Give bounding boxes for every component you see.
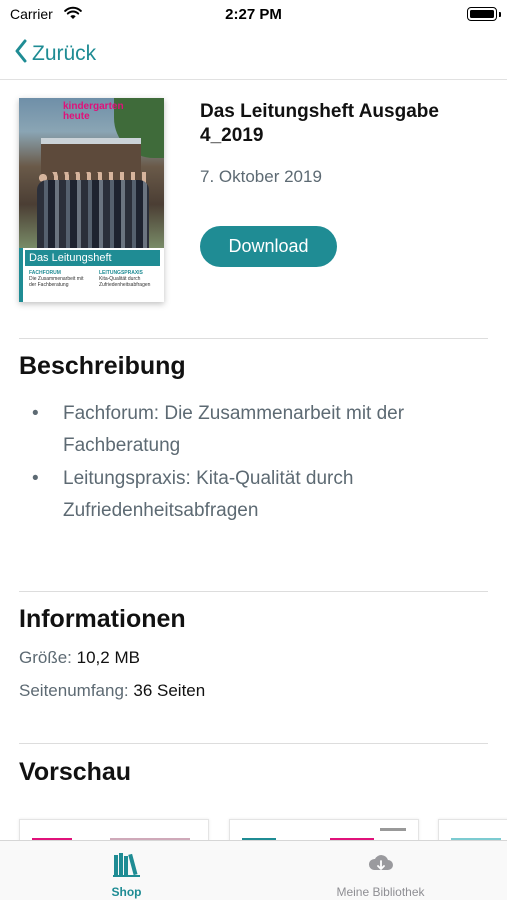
preview-heading: Vorschau [19, 758, 132, 786]
issue-title: Das Leitungsheft Ausgabe 4_2019 [200, 101, 439, 146]
divider [19, 743, 488, 744]
info-pages-value: 36 Seiten [133, 681, 206, 700]
tab-my-library[interactable]: Meine Bibliothek [254, 841, 507, 900]
issue-date: 7. Oktober 2019 [200, 167, 322, 186]
cover-columns: FACHFORUM Die Zusammenarbeit mit der Fach… [29, 270, 159, 288]
list-item: Leitungspraxis: Kita-Qualität durch Zufr… [30, 463, 490, 527]
info-size-row: Größe: 10,2 MB [19, 648, 140, 668]
battery-icon [467, 7, 501, 21]
navigation-bar: Zurück [0, 30, 507, 80]
chevron-left-icon [14, 39, 28, 68]
info-pages-label: Seitenumfang: [19, 681, 129, 700]
information-heading: Informationen [19, 605, 186, 633]
cover-logo: kindergarten heute [63, 101, 124, 122]
cover-title: Das Leitungsheft [25, 250, 160, 266]
cover-column-fachforum: FACHFORUM Die Zusammenarbeit mit der Fach… [29, 270, 84, 288]
magazine-cover[interactable]: kindergarten heute Das Leitungsheft FACHF… [19, 98, 164, 302]
list-item: Fachforum: Die Zusammenarbeit mit der Fa… [30, 398, 490, 462]
cloud-download-icon [366, 851, 396, 880]
cover-group-photo [37, 180, 149, 250]
tab-shop[interactable]: Shop [0, 841, 253, 900]
cover-column-leitungspraxis: LEITUNGSPRAXIS Kita-Qualität durch Zufrie… [99, 270, 151, 288]
status-bar: Carrier 2:27 PM [0, 0, 507, 30]
info-size-label: Größe: [19, 648, 72, 667]
info-pages-row: Seitenumfang: 36 Seiten [19, 681, 205, 701]
books-icon [112, 851, 142, 882]
description-list: Fachforum: Die Zusammenarbeit mit der Fa… [30, 398, 490, 528]
preview-carousel[interactable] [0, 817, 507, 841]
clock: 2:27 PM [225, 6, 282, 23]
tab-my-library-label: Meine Bibliothek [336, 885, 425, 899]
download-button[interactable]: Download [200, 226, 337, 267]
preview-page-thumbnail[interactable] [229, 819, 419, 841]
back-label: Zurück [32, 41, 97, 65]
description-heading: Beschreibung [19, 352, 186, 380]
divider [19, 338, 488, 339]
back-button[interactable]: Zurück [14, 39, 96, 68]
preview-page-thumbnail[interactable] [438, 819, 507, 841]
info-size-value: 10,2 MB [76, 648, 140, 667]
divider [19, 591, 488, 592]
tab-bar: Shop Meine Bibliothek [0, 840, 507, 900]
preview-page-thumbnail[interactable] [19, 819, 209, 841]
tab-shop-label: Shop [111, 885, 142, 899]
